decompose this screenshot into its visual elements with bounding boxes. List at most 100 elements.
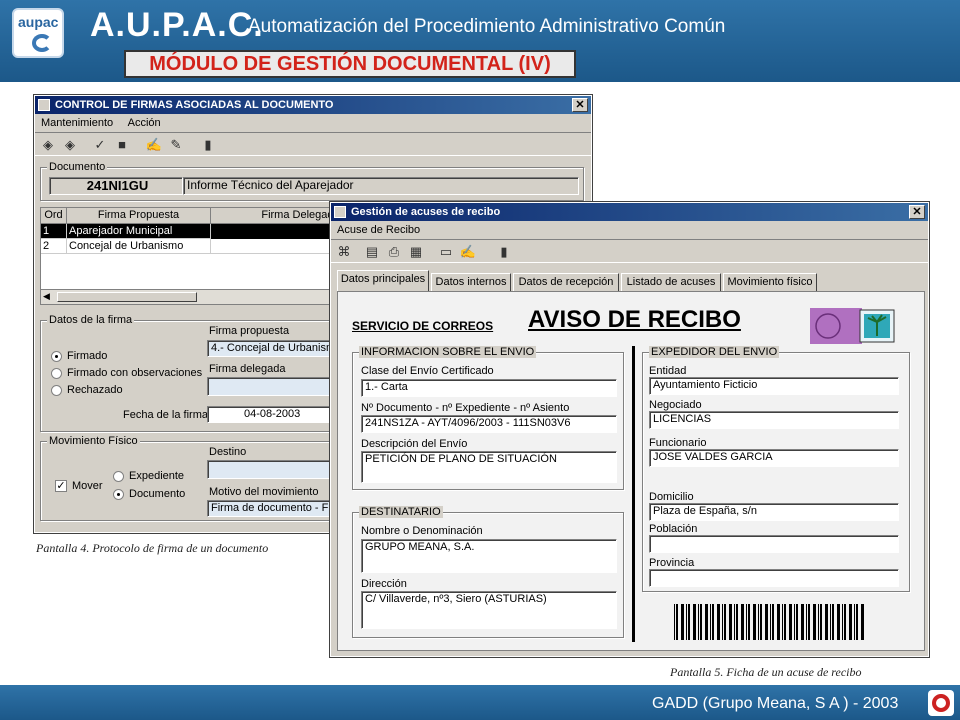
info-envio-label: INFORMACION SOBRE EL ENVIO bbox=[359, 346, 537, 358]
check-icon[interactable]: ✓ bbox=[91, 136, 109, 154]
clase-field[interactable]: 1.- Carta bbox=[361, 379, 617, 397]
doc-desc-field[interactable]: Informe Técnico del Aparejador bbox=[183, 177, 579, 195]
firmas-titlebar: CONTROL DE FIRMAS ASOCIADAS AL DOCUMENTO… bbox=[35, 96, 591, 114]
num-label: Nº Documento - nº Expediente - nº Asient… bbox=[361, 402, 570, 414]
radio-rechazado[interactable] bbox=[51, 385, 62, 396]
firma-propuesta-label: Firma propuesta bbox=[209, 325, 290, 337]
exit-icon[interactable]: ▮ bbox=[495, 243, 513, 261]
tab-strip: Datos principales Datos internos Datos d… bbox=[337, 270, 927, 291]
tab-movimiento-fisico[interactable]: Movimiento físico bbox=[723, 273, 817, 291]
exit-icon[interactable]: ▮ bbox=[199, 136, 217, 154]
first-record-icon[interactable]: ◈ bbox=[39, 136, 57, 154]
servicio-correos: SERVICIO DE CORREOS bbox=[352, 319, 494, 333]
prev-record-icon[interactable]: ◈ bbox=[61, 136, 79, 154]
barcode-bar bbox=[688, 604, 690, 640]
domicilio-label: Domicilio bbox=[649, 491, 694, 503]
col-header-propuesta: Firma Propuesta bbox=[67, 208, 211, 224]
provincia-field[interactable] bbox=[649, 569, 899, 587]
window-icon bbox=[334, 206, 346, 218]
scroll-thumb[interactable] bbox=[57, 292, 197, 302]
barcode-bar bbox=[700, 604, 702, 640]
firmas-toolbar: ◈ ◈ ✓ ■ ✍ ✎ ▮ bbox=[35, 132, 591, 156]
barcode-bar bbox=[710, 604, 711, 640]
edit-icon[interactable]: ▭ bbox=[437, 243, 455, 261]
table-cell[interactable]: 2 bbox=[41, 239, 67, 254]
provincia-label: Provincia bbox=[649, 557, 695, 569]
logo-swirl-icon bbox=[32, 34, 52, 52]
acuses-menubar: Acuse de Recibo bbox=[331, 221, 928, 239]
print-icon[interactable]: ⎙ bbox=[385, 243, 403, 261]
num-field[interactable]: 241NS1ZA - AYT/4096/2003 - 111SN03V6 bbox=[361, 415, 617, 433]
destino-label: Destino bbox=[209, 446, 247, 458]
barcode-bar bbox=[772, 604, 774, 640]
radio-firmado[interactable] bbox=[51, 351, 62, 362]
barcode-bar bbox=[686, 604, 687, 640]
undo-icon[interactable]: ■ bbox=[113, 136, 131, 154]
barcode-bar bbox=[705, 604, 708, 640]
radio-firmado-label: Firmado bbox=[67, 350, 108, 362]
documento-group-label: Documento bbox=[47, 161, 108, 173]
mover-label: Mover bbox=[72, 480, 103, 492]
barcode-bar bbox=[782, 604, 783, 640]
gadd-logo-icon bbox=[932, 694, 950, 712]
tab-listado-acuses[interactable]: Listado de acuses bbox=[621, 273, 721, 291]
app-subtitle: Automatización del Procedimiento Adminis… bbox=[248, 16, 726, 37]
entidad-label: Entidad bbox=[649, 365, 687, 377]
preview-icon[interactable]: ▤ bbox=[363, 243, 381, 261]
destinatario-group: DESTINATARIO Nombre o Denominación GRUPO… bbox=[352, 506, 624, 638]
barcode-bar bbox=[734, 604, 735, 640]
barcode-bar bbox=[830, 604, 831, 640]
radio-expediente[interactable] bbox=[113, 471, 124, 482]
nombre-label: Nombre o Denominación bbox=[361, 525, 483, 537]
menu-mantenimiento[interactable]: Mantenimiento bbox=[41, 117, 113, 129]
tab-datos-principales[interactable]: Datos principales bbox=[337, 270, 429, 291]
barcode-bar bbox=[813, 604, 816, 640]
barcode-bar bbox=[825, 604, 828, 640]
tab-datos-internos[interactable]: Datos internos bbox=[431, 273, 511, 291]
close-button[interactable]: ✕ bbox=[572, 98, 588, 112]
mover-checkbox[interactable]: ✓ bbox=[55, 480, 67, 492]
close-button[interactable]: ✕ bbox=[909, 205, 925, 219]
barcode-bar bbox=[693, 604, 696, 640]
barcode-bar bbox=[729, 604, 732, 640]
barcode-bar bbox=[674, 604, 675, 640]
datos-firma-label: Datos de la firma bbox=[47, 314, 135, 326]
barcode-bar bbox=[856, 604, 858, 640]
menu-accion[interactable]: Acción bbox=[128, 117, 161, 129]
acuses-title: Gestión de acuses de recibo bbox=[351, 206, 501, 218]
funcionario-field[interactable]: JOSE VALDES GARCIA bbox=[649, 449, 899, 467]
barcode-bar bbox=[801, 604, 804, 640]
desc-field[interactable]: PETICIÓN DE PLANO DE SITUACIÓN bbox=[361, 451, 617, 483]
menu-acuse-recibo[interactable]: Acuse de Recibo bbox=[337, 224, 420, 236]
funcionario-label: Funcionario bbox=[649, 437, 707, 449]
radio-observaciones[interactable] bbox=[51, 368, 62, 379]
module-title: MÓDULO DE GESTIÓN DOCUMENTAL (IV) bbox=[124, 50, 576, 78]
barcode-bar bbox=[837, 604, 840, 640]
documento-group: Documento 241NI1GU Informe Técnico del A… bbox=[40, 161, 584, 201]
barcode-bar bbox=[818, 604, 819, 640]
domicilio-field[interactable]: Plaza de España, s/n bbox=[649, 503, 899, 521]
scroll-left-icon[interactable]: ◀ bbox=[43, 291, 50, 302]
doc-code-field[interactable]: 241NI1GU bbox=[49, 177, 183, 195]
barcode-image bbox=[674, 604, 870, 640]
entidad-field[interactable]: Ayuntamiento Ficticio bbox=[649, 377, 899, 395]
print-setup-icon[interactable]: ▦ bbox=[407, 243, 425, 261]
poblacion-label: Población bbox=[649, 523, 698, 535]
barcode-bar bbox=[712, 604, 714, 640]
nombre-field[interactable]: GRUPO MEANA, S.A. bbox=[361, 539, 617, 573]
tab-datos-recepcion[interactable]: Datos de recepción bbox=[513, 273, 619, 291]
barcode-bar bbox=[849, 604, 852, 640]
destinatario-label: DESTINATARIO bbox=[359, 506, 443, 518]
poblacion-field[interactable] bbox=[649, 535, 899, 553]
sign-icon[interactable]: ✍ bbox=[145, 136, 163, 154]
sign-doc-icon[interactable]: ✍ bbox=[459, 243, 477, 261]
negociado-field[interactable]: LICENCIAS bbox=[649, 411, 899, 429]
direccion-field[interactable]: C/ Villaverde, nº3, Siero (ASTURIAS) bbox=[361, 591, 617, 629]
radio-observaciones-label: Firmado con observaciones bbox=[67, 367, 203, 379]
table-cell[interactable]: Concejal de Urbanismo bbox=[67, 239, 211, 254]
motivo-label: Motivo del movimiento bbox=[209, 486, 319, 498]
radio-documento[interactable] bbox=[113, 489, 124, 500]
binoculars-icon[interactable]: ⌘ bbox=[335, 243, 353, 261]
barcode-bar bbox=[753, 604, 756, 640]
wand-icon[interactable]: ✎ bbox=[167, 136, 185, 154]
